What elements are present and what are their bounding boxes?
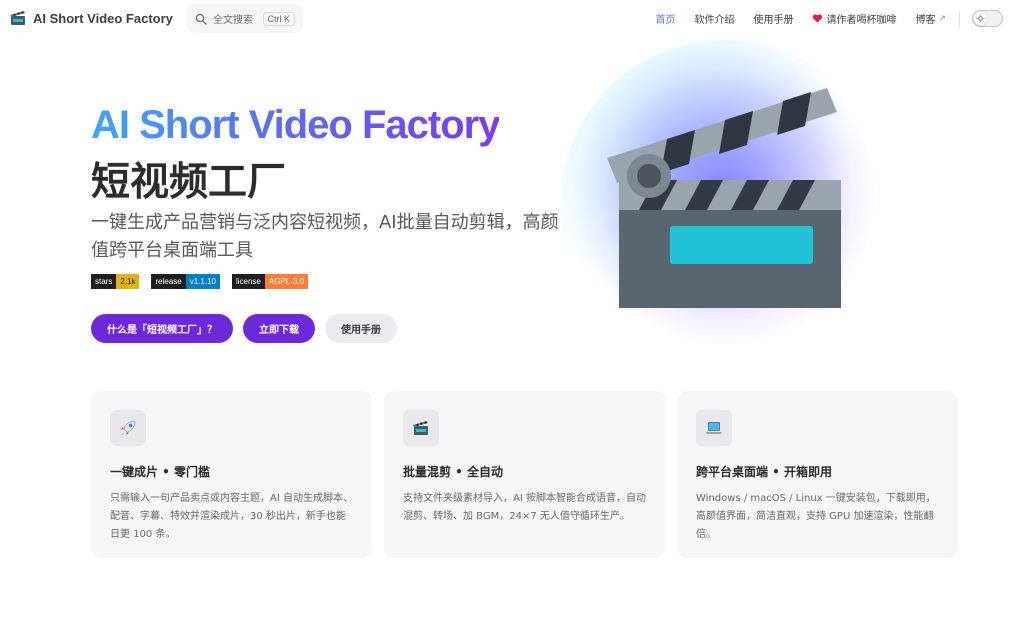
search-shortcut: Ctrl K xyxy=(262,11,295,26)
feature-title: 批量混剪 • 全自动 xyxy=(403,465,504,479)
heart-icon xyxy=(813,14,823,23)
feature-card: 批量混剪 • 全自动 支持文件夹级素材导入，AI 按脚本智能合成语音，自动混剪、… xyxy=(384,391,665,558)
feature-title: 一键成片 • 零门槛 xyxy=(110,465,211,479)
stars-badge[interactable]: stars 2.1k xyxy=(91,274,140,289)
manual-button[interactable]: 使用手册 xyxy=(325,314,397,343)
feature-card: 一键成片 • 零门槛 只需输入一句产品卖点或内容主题，AI 自动生成脚本、配音、… xyxy=(91,391,372,558)
top-nav: AI Short Video Factory 全文搜索 Ctrl K 首页 软件… xyxy=(0,0,1024,37)
search-icon xyxy=(195,13,207,25)
feature-title: 跨平台桌面端 • 开箱即用 xyxy=(696,465,833,479)
search-button[interactable]: 全文搜索 Ctrl K xyxy=(187,4,303,33)
rocket-icon xyxy=(110,410,146,446)
nav-link-blog[interactable]: 博客 ↗ xyxy=(915,11,946,27)
hero-actions: 什么是「短视频工厂」？ 立即下载 使用手册 xyxy=(91,314,397,343)
nav-link-intro[interactable]: 软件介绍 xyxy=(694,11,734,26)
sun-icon xyxy=(974,12,987,25)
search-placeholder: 全文搜索 xyxy=(213,15,253,26)
external-link-icon: ↗ xyxy=(938,13,946,24)
badge-row: stars 2.1k release v1.1.10 license AGPL-… xyxy=(91,274,309,289)
what-is-button[interactable]: 什么是「短视频工厂」？ xyxy=(91,314,233,343)
theme-toggle[interactable] xyxy=(972,10,1003,27)
hero-tagline: 一键生成产品营销与泛内容短视频，AI批量自动剪辑，高颜值跨平台桌面端工具 xyxy=(91,212,559,261)
download-button[interactable]: 立即下载 xyxy=(243,314,315,343)
nav-links: 首页 软件介绍 使用手册 请作者喝杯咖啡 博客 ↗ xyxy=(655,0,1024,37)
clapperboard-icon xyxy=(10,11,25,25)
brand-name: AI Short Video Factory xyxy=(33,10,173,26)
feature-desc: 支持文件夹级素材导入，AI 按脚本智能合成语音，自动混剪、转场、加 BGM，24… xyxy=(403,493,646,522)
feature-card: 跨平台桌面端 • 开箱即用 Windows / macOS / Linux 一键… xyxy=(677,391,958,558)
laptop-icon xyxy=(696,410,732,446)
clapperboard-icon xyxy=(403,410,439,446)
feature-grid: 一键成片 • 零门槛 只需输入一句产品卖点或内容主题，AI 自动生成脚本、配音、… xyxy=(91,391,958,558)
hero-title: AI Short Video Factory xyxy=(91,103,500,147)
feature-desc: 只需输入一句产品卖点或内容主题，AI 自动生成脚本、配音、字幕、特效并渲染成片，… xyxy=(110,493,353,540)
nav-link-manual[interactable]: 使用手册 xyxy=(753,11,793,26)
clapperboard-icon xyxy=(607,88,841,308)
license-badge[interactable]: license AGPL-3.0 xyxy=(231,274,309,289)
nav-link-home[interactable]: 首页 xyxy=(655,11,675,26)
hero-subtitle: 短视频工厂 xyxy=(91,160,287,205)
brand-link[interactable]: AI Short Video Factory xyxy=(9,9,173,27)
release-badge[interactable]: release v1.1.10 xyxy=(151,274,220,289)
nav-divider xyxy=(959,9,960,28)
feature-desc: Windows / macOS / Linux 一键安装包，下载即用，高颜值界面… xyxy=(696,493,936,540)
nav-link-sponsor[interactable]: 请作者喝杯咖啡 xyxy=(812,11,896,26)
